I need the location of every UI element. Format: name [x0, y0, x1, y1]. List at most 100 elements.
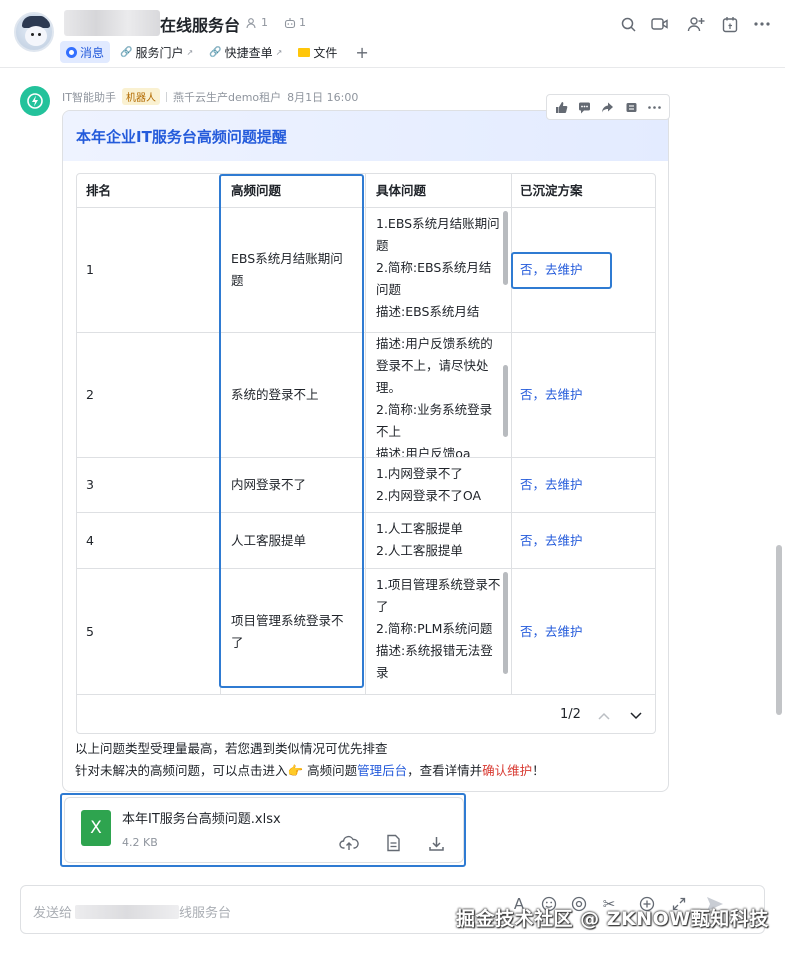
- tab-label: 服务门户: [135, 45, 184, 60]
- redacted-name-blur: [75, 904, 180, 919]
- detail-line: 2.简称:EBS系统月结问题: [376, 260, 492, 297]
- sender-name[interactable]: IT智能助手: [62, 89, 116, 105]
- admin-backend-link[interactable]: 管理后台: [357, 763, 407, 778]
- detail-line: 2.简称:业务系统登录不上: [376, 402, 493, 439]
- bot-avatar[interactable]: [20, 86, 50, 116]
- detail-line: 2.内网登录不了OA: [376, 488, 482, 503]
- detail-line: 1.EBS系统月结账期问题: [376, 216, 500, 253]
- tab-files[interactable]: 文件: [292, 41, 343, 63]
- bot-count[interactable]: 1: [284, 16, 306, 29]
- search-icon[interactable]: [618, 14, 638, 34]
- message-action-bar: [546, 94, 670, 120]
- issue-cell: 内网登录不了: [220, 458, 365, 512]
- member-icon: [246, 17, 256, 28]
- issue-cell: EBS系统月结账期问题: [220, 208, 365, 332]
- table-header-row: 排名 高频问题 具体问题 已沉淀方案: [77, 174, 655, 208]
- note-text: 高频问题: [303, 763, 358, 778]
- tab-quick-lookup[interactable]: 🔗 快捷查单 ↗: [203, 41, 288, 63]
- detail-line: 1.项目管理系统登录不了: [376, 577, 501, 614]
- message-time: 8月1日 16:00: [287, 90, 359, 104]
- video-call-icon[interactable]: [650, 14, 670, 34]
- details-cell[interactable]: 1.项目管理系统登录不了 2.简称:PLM系统问题 描述:系统报错无法登录: [365, 569, 511, 694]
- chat-tabs: 消息 🔗 服务门户 ↗ 🔗 快捷查单 ↗ 文件 +: [60, 40, 377, 64]
- folder-icon: [298, 47, 311, 57]
- detail-line: 2.简称:PLM系统问题: [376, 621, 493, 636]
- cloud-upload-icon[interactable]: [338, 832, 360, 854]
- chevron-down-icon[interactable]: [628, 708, 644, 724]
- table-row: 2 系统的登录不上 描述:用户反馈系统的登录不上，请尽快处理。 2.简称:业务系…: [77, 333, 655, 458]
- maintain-link[interactable]: 否，去维护: [520, 530, 583, 552]
- composer-placeholder: 发送给 线服务台: [33, 902, 231, 921]
- detail-line: 描述:用户反馈系统的登录不上，请尽快处理。: [376, 336, 493, 395]
- forward-icon[interactable]: [599, 98, 617, 116]
- cell-scrollbar[interactable]: [503, 572, 508, 674]
- document-preview-icon[interactable]: [382, 832, 404, 854]
- high-frequency-table: 排名 高频问题 具体问题 已沉淀方案 1 EBS系统月结账期问题 1.EBS系统…: [76, 173, 656, 734]
- file-size: 4.2 KB: [122, 836, 158, 849]
- tab-label: 文件: [313, 45, 338, 60]
- add-member-icon[interactable]: [686, 14, 706, 34]
- detail-line: 2.人工客服提单: [376, 543, 463, 558]
- message-bubble-icon: [66, 46, 77, 58]
- action-note: 针对未解决的高频问题，可以点击进入👉 高频问题管理后台，查看详情并确认维护！: [75, 760, 545, 779]
- download-icon[interactable]: [425, 832, 447, 854]
- external-link-icon: ↗: [275, 47, 283, 57]
- column-header: 已沉淀方案: [511, 174, 655, 207]
- quote-icon[interactable]: [622, 98, 640, 116]
- details-cell[interactable]: 1.EBS系统月结账期问题 2.简称:EBS系统月结问题 描述:EBS系统月结: [365, 208, 511, 332]
- note-text: ，查看详情并: [407, 763, 483, 778]
- maintain-link[interactable]: 否，去维护: [520, 474, 583, 496]
- column-header: 具体问题: [365, 174, 511, 207]
- tab-messages[interactable]: 消息: [60, 41, 111, 63]
- more-options-icon[interactable]: [752, 14, 772, 34]
- watermark: 掘金技术社区 @ ZKNOW甄知科技: [456, 908, 769, 930]
- rank-cell: 5: [86, 623, 94, 639]
- reply-icon[interactable]: [576, 98, 594, 116]
- robot-badge: 机器人: [121, 88, 160, 105]
- pointing-hand-icon: 👉: [287, 763, 304, 778]
- file-attachment[interactable]: X 本年IT服务台高频问题.xlsx 4.2 KB: [64, 797, 464, 863]
- issue-cell: 人工客服提单: [220, 513, 365, 568]
- detail-line: 1.内网登录不了: [376, 466, 463, 481]
- note-text: 针对未解决的高频问题，可以点击进入: [75, 763, 288, 778]
- add-tab-button[interactable]: +: [347, 43, 376, 62]
- message-meta: IT智能助手 机器人 燕千云生产demo租户 8月1日 16:00: [62, 88, 358, 105]
- page-indicator: 1/2: [560, 707, 581, 722]
- table-row: 3 内网登录不了 1.内网登录不了 2.内网登录不了OA 否，去维护: [77, 458, 655, 513]
- cell-scrollbar[interactable]: [503, 211, 508, 285]
- summary-note: 以上问题类型受理量最高，若您遇到类似情况可优先排查: [75, 741, 388, 756]
- maintain-link[interactable]: 否，去维护: [520, 621, 583, 643]
- rank-cell: 1: [86, 262, 94, 277]
- member-count[interactable]: 1: [246, 16, 268, 29]
- details-cell: 1.人工客服提单 2.人工客服提单: [365, 513, 511, 568]
- chat-title[interactable]: 在线服务台: [160, 12, 240, 36]
- file-name[interactable]: 本年IT服务台高频问题.xlsx: [122, 808, 281, 827]
- chevron-up-icon[interactable]: [596, 708, 612, 724]
- detail-line: 描述:用户反馈oa: [376, 446, 471, 457]
- member-count-value: 1: [261, 16, 268, 29]
- thumbs-up-icon[interactable]: [553, 98, 571, 116]
- excel-file-icon: X: [81, 810, 111, 846]
- placeholder-text: 线服务台: [179, 906, 232, 921]
- maintain-link[interactable]: 否，去维护: [520, 259, 583, 281]
- solution-cell: 否，去维护: [511, 513, 655, 568]
- table-row: 1 EBS系统月结账期问题 1.EBS系统月结账期问题 2.简称:EBS系统月结…: [77, 208, 655, 333]
- rank-cell: 4: [86, 532, 94, 548]
- maintain-link[interactable]: 否，去维护: [520, 384, 583, 406]
- chat-scrollbar[interactable]: [776, 545, 782, 715]
- group-avatar[interactable]: [14, 12, 54, 52]
- details-cell[interactable]: 描述:用户反馈系统的登录不上，请尽快处理。 2.简称:业务系统登录不上 描述:用…: [365, 333, 511, 457]
- robot-icon: [284, 17, 296, 28]
- solution-cell: 否，去维护: [511, 458, 655, 512]
- confirm-maintain-link[interactable]: 确认维护: [482, 763, 532, 778]
- cell-scrollbar[interactable]: [503, 365, 508, 437]
- table-pagination: 1/2: [77, 698, 655, 733]
- solution-cell: 否，去维护: [511, 208, 655, 332]
- issue-cell: 项目管理系统登录不了: [220, 569, 365, 694]
- tab-service-portal[interactable]: 🔗 服务门户 ↗: [114, 41, 199, 63]
- more-icon[interactable]: [645, 98, 663, 116]
- table-row: 4 人工客服提单 1.人工客服提单 2.人工客服提单 否，去维护: [77, 513, 655, 569]
- bot-count-value: 1: [299, 16, 306, 29]
- calendar-icon[interactable]: [720, 14, 740, 34]
- solution-cell: 否，去维护: [511, 333, 655, 457]
